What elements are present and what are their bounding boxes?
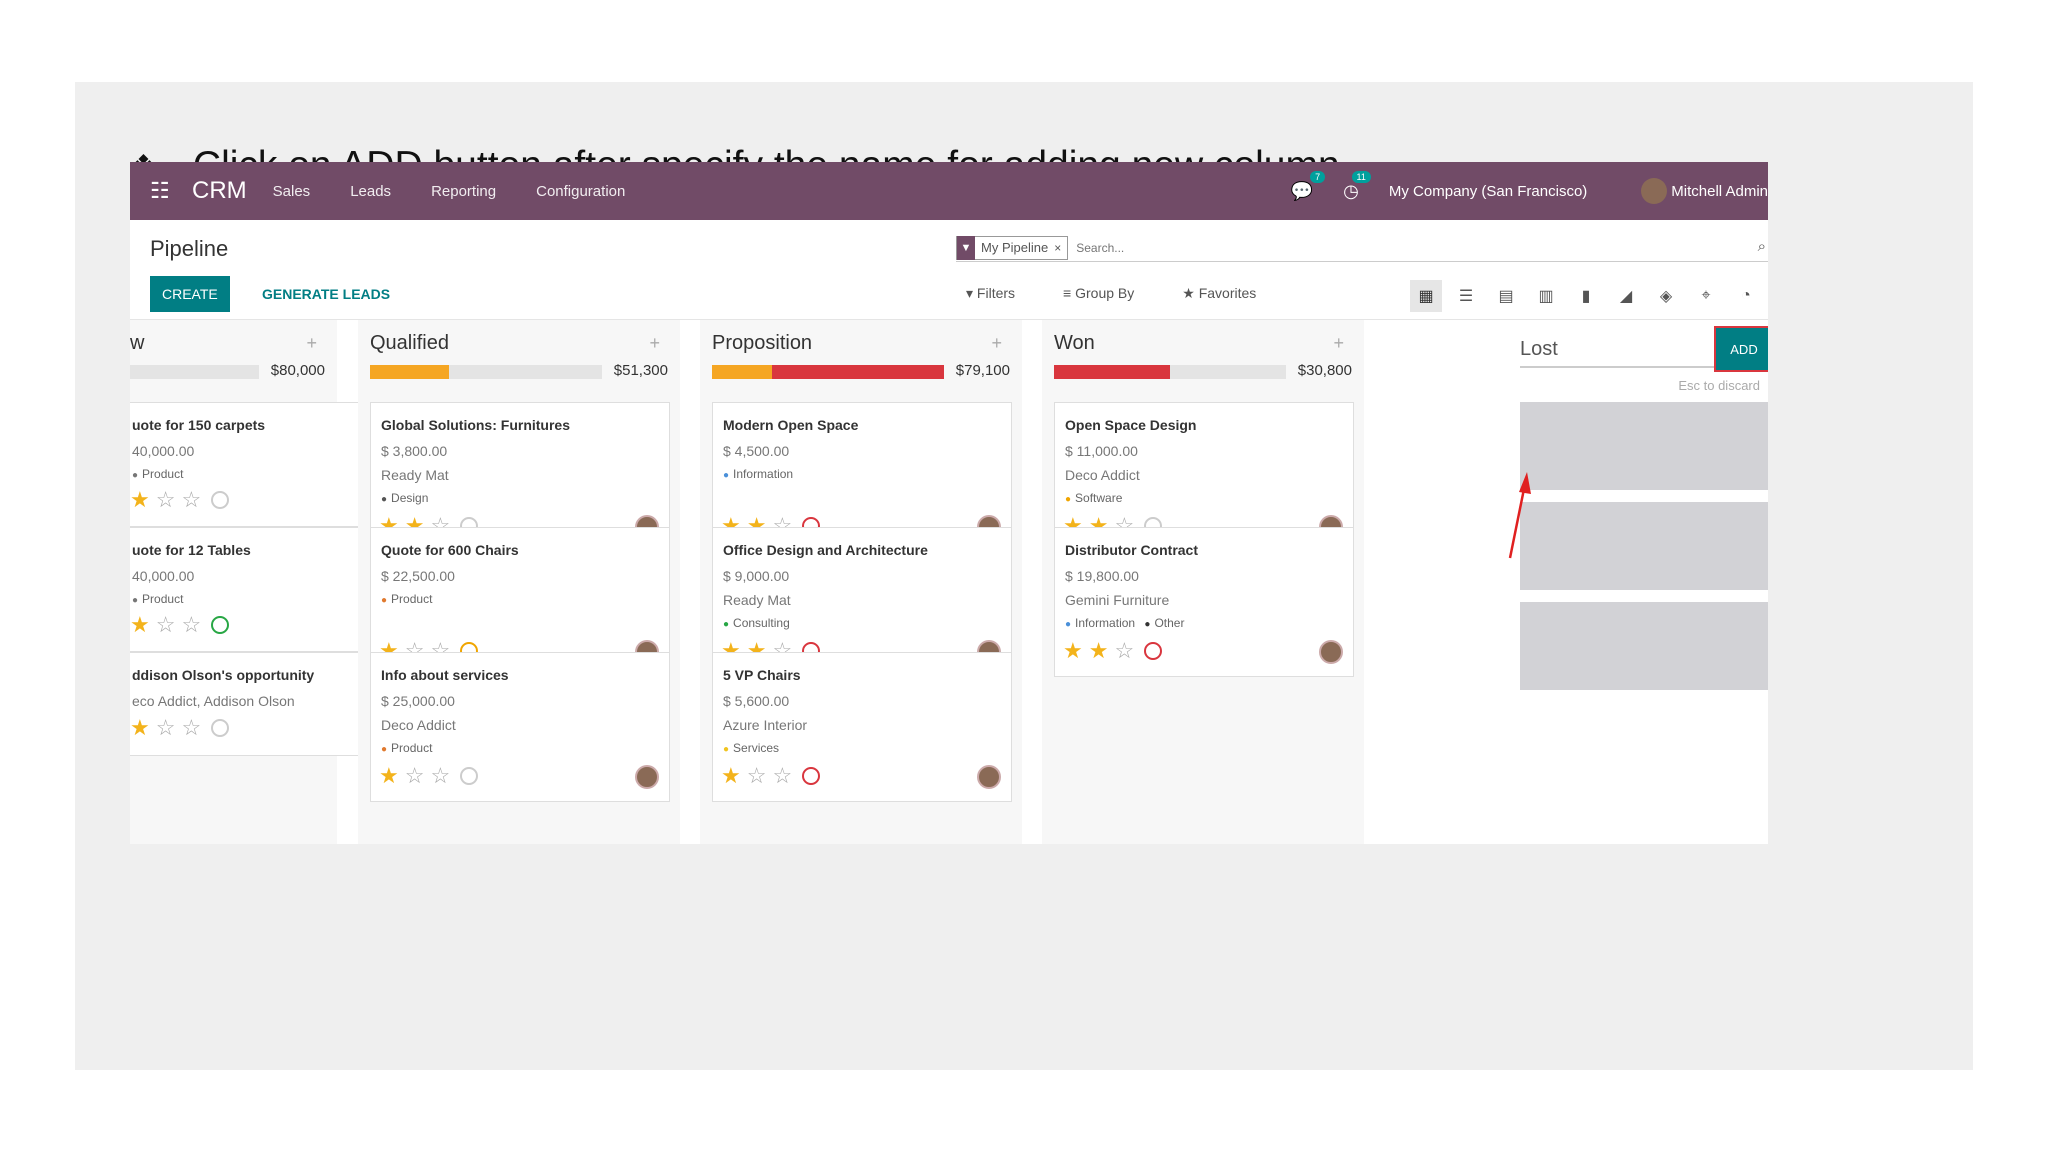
annotation-arrow [1508,472,1531,559]
crm-screenshot: ☷ CRM Sales Leads Reporting Configuratio… [130,162,1768,844]
